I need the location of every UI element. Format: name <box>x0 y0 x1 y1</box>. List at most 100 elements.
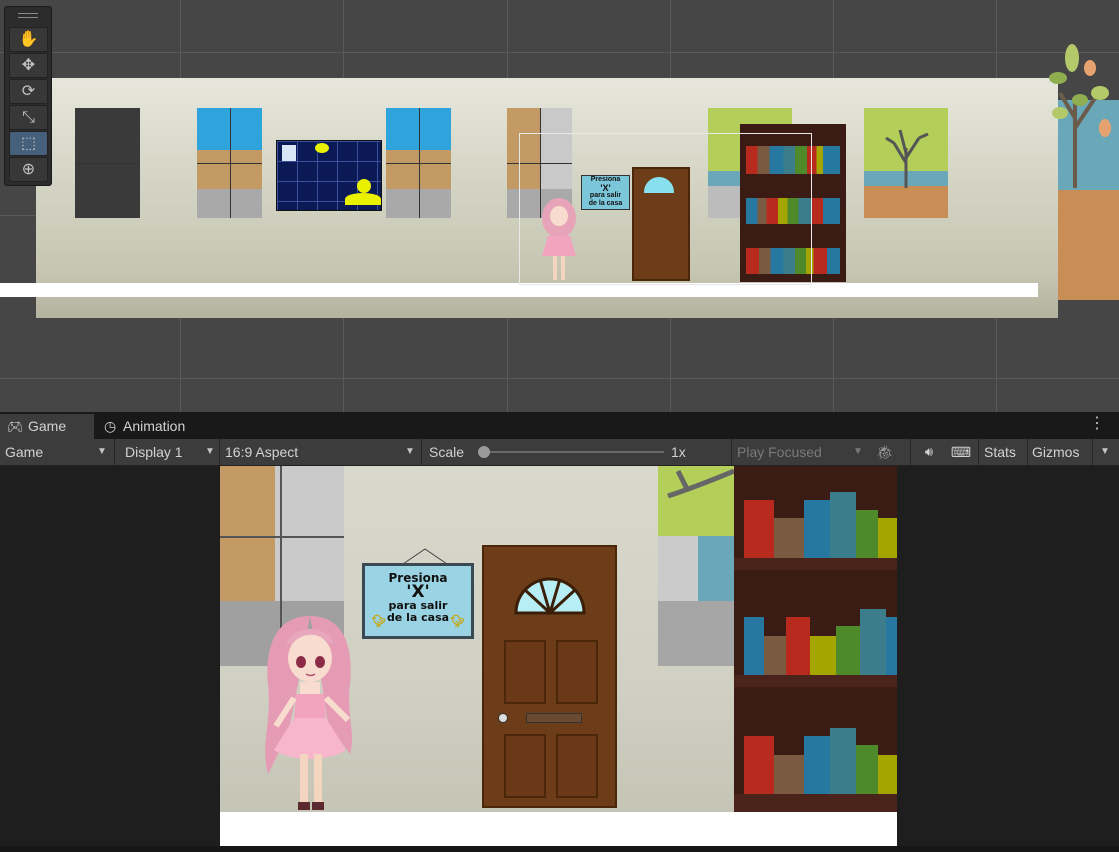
arms-shape <box>345 193 381 205</box>
dropdown-arrow-icon: ▼ <box>205 446 215 457</box>
chick-icon: 🐤︎ <box>371 614 387 628</box>
aspect-label: 16:9 Aspect <box>225 444 299 460</box>
keyboard-icon[interactable]: ⌨ <box>950 439 972 465</box>
plant-icon <box>1049 44 1111 188</box>
divider <box>910 439 911 465</box>
door-panel <box>504 640 546 704</box>
book <box>860 609 886 675</box>
dark-window <box>75 108 140 218</box>
divider <box>421 439 422 465</box>
play-mode-label: Play Focused <box>737 444 822 460</box>
more-options-icon[interactable]: ⋮ <box>1089 416 1105 432</box>
tree-window <box>658 466 734 666</box>
book <box>804 736 830 794</box>
book <box>744 500 774 558</box>
book <box>804 500 830 558</box>
camera-bounds[interactable] <box>519 133 812 285</box>
tab-label: Game <box>28 418 67 434</box>
player-character <box>265 616 352 810</box>
book <box>810 636 836 675</box>
door-panel <box>556 734 598 798</box>
book <box>830 728 856 794</box>
gizmos-dropdown-arrow-icon[interactable]: ▼ <box>1100 439 1110 465</box>
stats-button[interactable]: Stats <box>984 439 1016 465</box>
book <box>744 617 764 675</box>
book <box>786 617 810 675</box>
window-ledge <box>658 601 734 666</box>
door-knob <box>498 713 508 723</box>
window-wall <box>220 466 275 601</box>
hand-tool-icon[interactable]: ✋ <box>9 27 48 52</box>
bookshelf <box>734 466 897 812</box>
play-mode-dropdown[interactable]: Play Focused ▼ <box>737 439 865 465</box>
floor-platform <box>220 812 897 846</box>
smiley-icon <box>357 179 371 193</box>
clock-icon: ◷ <box>104 418 117 434</box>
move-tool-icon[interactable]: ✥ <box>9 53 48 78</box>
tab-game[interactable]: 🎮︎ Game <box>0 414 94 439</box>
bug-icon[interactable]: 🐞︎ <box>874 439 896 465</box>
exit-door[interactable] <box>482 545 617 808</box>
gamepad-icon: 🎮︎ <box>7 419 24 434</box>
scene-toolbar: ✋ ✥ ⟳ ⤡ ⬚ ⊕ <box>4 6 52 186</box>
tree-icon <box>667 468 734 499</box>
transform-tool-icon[interactable]: ⊕ <box>9 157 48 182</box>
floor-platform <box>0 283 1038 297</box>
mail-slot <box>526 713 582 723</box>
scale-label: Scale <box>429 444 465 460</box>
exit-sign: Presiona 'X' para salir de la casa 🐤︎ 🐤︎ <box>362 563 474 639</box>
book <box>836 626 860 675</box>
game-board-poster <box>276 140 382 211</box>
divider <box>731 439 732 465</box>
tab-label: Animation <box>123 418 186 434</box>
game-canvas[interactable]: Presiona 'X' para salir de la casa 🐤︎ 🐤︎ <box>220 466 897 846</box>
chick-icon: 🐤︎ <box>449 614 465 628</box>
scene-view[interactable]: Presiona 'X' para salir de la casa ✋ ✥ ⟳… <box>0 0 1119 412</box>
rect-tool-icon[interactable]: ⬚ <box>9 131 48 156</box>
game-view-toolbar: Game ▼ Display 1 ▼ 16:9 Aspect ▼ Scale 1… <box>0 439 1119 466</box>
tree-icon <box>885 129 929 188</box>
scale-tool-icon[interactable]: ⤡ <box>9 105 48 130</box>
book <box>774 755 804 794</box>
door-panel <box>556 640 598 704</box>
divider <box>1092 439 1093 465</box>
shelf-board <box>734 675 897 687</box>
scale-slider[interactable] <box>478 446 664 458</box>
book <box>830 492 856 558</box>
window-water <box>698 536 734 601</box>
game-view[interactable]: Presiona 'X' para salir de la casa 🐤︎ 🐤︎ <box>0 466 1119 852</box>
rotate-tool-icon[interactable]: ⟳ <box>9 79 48 104</box>
window-frame <box>386 163 451 164</box>
view-mode-label: Game <box>5 444 44 460</box>
divider <box>219 439 220 465</box>
book <box>878 518 897 558</box>
dropdown-arrow-icon: ▼ <box>853 446 863 457</box>
window <box>197 108 262 218</box>
speaker-icon[interactable]: 🔊︎ <box>918 439 940 465</box>
book <box>856 745 878 794</box>
display-dropdown[interactable]: Display 1 ▼ <box>125 439 215 465</box>
smiley-icon <box>315 143 329 153</box>
toolbar-grip[interactable] <box>18 13 38 18</box>
door-window <box>514 577 586 615</box>
grid-line <box>0 378 1119 379</box>
book <box>878 755 897 794</box>
poster-picture-icon <box>282 145 296 161</box>
aspect-dropdown[interactable]: 16:9 Aspect ▼ <box>225 439 415 465</box>
book <box>856 510 878 558</box>
gizmos-button[interactable]: Gizmos <box>1032 439 1079 465</box>
divider <box>978 439 979 465</box>
window-frame <box>75 163 140 164</box>
book <box>774 518 804 558</box>
book <box>764 636 786 675</box>
view-mode-dropdown[interactable]: Game ▼ <box>5 439 109 465</box>
tab-animation[interactable]: ◷ Animation <box>98 414 208 439</box>
book <box>886 617 897 675</box>
scale-slider-handle[interactable] <box>478 446 490 458</box>
dropdown-arrow-icon: ▼ <box>405 446 415 457</box>
dropdown-arrow-icon: ▼ <box>97 446 107 457</box>
book <box>744 736 774 794</box>
sign-text-line2: 'X' <box>406 582 430 602</box>
shelf-board <box>734 558 897 570</box>
tree-window <box>864 108 948 218</box>
